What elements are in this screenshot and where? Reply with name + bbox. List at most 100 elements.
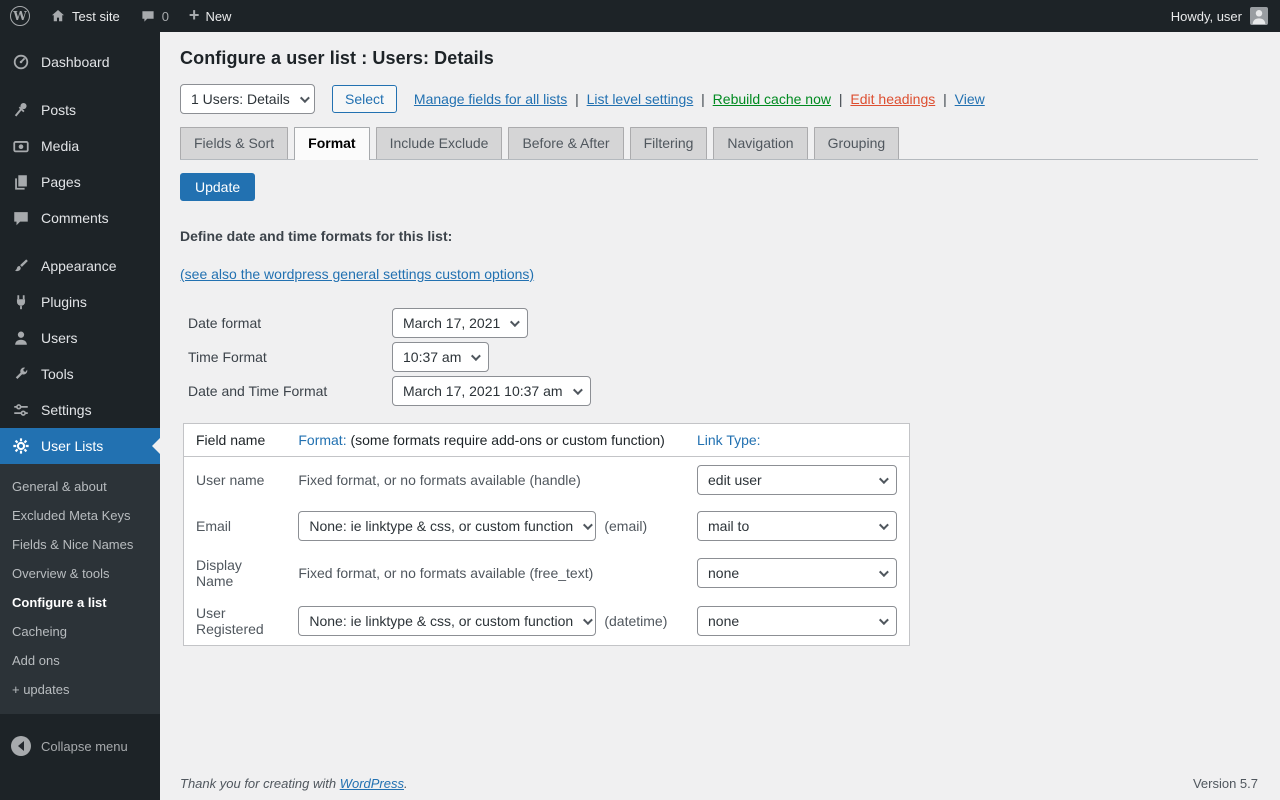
- field-name-cell: User name: [184, 457, 287, 504]
- table-row-user-registered: User Registered None: ie linktype & css,…: [184, 597, 910, 646]
- sidebar-item-settings[interactable]: Settings: [0, 392, 160, 428]
- tab-include-exclude[interactable]: Include Exclude: [376, 127, 503, 159]
- sidebar-item-pages[interactable]: Pages: [0, 164, 160, 200]
- sidebar-item-label: Tools: [41, 366, 74, 382]
- camera-icon: [11, 136, 31, 156]
- sidebar-item-user-lists[interactable]: User Lists: [0, 428, 160, 464]
- submenu-updates[interactable]: + updates: [0, 675, 160, 704]
- field-name-cell: Display Name: [184, 549, 287, 597]
- table-header-row: Field name Format: (some formats require…: [184, 424, 910, 457]
- avatar[interactable]: [1250, 7, 1268, 25]
- sidebar-item-users[interactable]: Users: [0, 320, 160, 356]
- chevron-down-icon: [879, 615, 889, 625]
- col-header-link-type: Link Type:: [685, 424, 910, 457]
- sidebar-item-label: User Lists: [41, 438, 103, 454]
- collapse-menu-label: Collapse menu: [41, 739, 128, 754]
- list-select[interactable]: 1 Users: Details: [180, 84, 315, 114]
- link-list-level-settings[interactable]: List level settings: [587, 91, 694, 107]
- collapse-arrow-icon: [11, 736, 31, 756]
- speech-bubble-icon: [11, 208, 31, 228]
- admin-comments-link[interactable]: 0: [130, 0, 179, 32]
- chevron-down-icon: [879, 474, 889, 484]
- howdy-link[interactable]: Howdy, user: [1171, 9, 1250, 24]
- tab-before-after[interactable]: Before & After: [508, 127, 623, 159]
- plug-icon: [11, 292, 31, 312]
- new-label: New: [205, 9, 231, 24]
- chevron-down-icon: [879, 520, 889, 530]
- link-type-header-link[interactable]: Link Type:: [697, 432, 761, 448]
- table-row-email: Email None: ie linktype & css, or custom…: [184, 503, 910, 549]
- format-header-link[interactable]: Format:: [298, 432, 346, 448]
- user-lists-submenu: General & about Excluded Meta Keys Field…: [0, 464, 160, 714]
- field-name-cell: User Registered: [184, 597, 287, 646]
- tab-fields-sort[interactable]: Fields & Sort: [180, 127, 288, 159]
- tab-filtering[interactable]: Filtering: [630, 127, 708, 159]
- date-format-select[interactable]: March 17, 2021: [392, 308, 528, 338]
- sidebar-item-dashboard[interactable]: Dashboard: [0, 44, 160, 80]
- link-rebuild-cache[interactable]: Rebuild cache now: [713, 91, 831, 107]
- sidebar-item-comments[interactable]: Comments: [0, 200, 160, 236]
- link-view[interactable]: View: [955, 91, 985, 107]
- submenu-overview-tools[interactable]: Overview & tools: [0, 559, 160, 588]
- field-name-cell: Email: [184, 503, 287, 549]
- email-link-type-select[interactable]: mail to: [697, 511, 897, 541]
- gear-icon: [11, 436, 31, 456]
- email-format-select[interactable]: None: ie linktype & css, or custom funct…: [298, 511, 596, 541]
- tab-navigation[interactable]: Navigation: [713, 127, 807, 159]
- wordpress-link[interactable]: WordPress: [340, 776, 404, 791]
- wrench-icon: [11, 364, 31, 384]
- wordpress-logo-button[interactable]: W: [0, 0, 40, 32]
- tab-grouping[interactable]: Grouping: [814, 127, 900, 159]
- sidebar-item-appearance[interactable]: Appearance: [0, 248, 160, 284]
- chevron-down-icon: [583, 615, 593, 625]
- link-manage-fields[interactable]: Manage fields for all lists: [414, 91, 567, 107]
- admin-footer: Thank you for creating with WordPress. V…: [180, 776, 1258, 791]
- quick-links: Manage fields for all lists | List level…: [414, 91, 985, 107]
- sidebar-item-posts[interactable]: Posts: [0, 92, 160, 128]
- chevron-down-icon: [879, 567, 889, 577]
- submenu-configure-a-list[interactable]: Configure a list: [0, 588, 160, 617]
- user-registered-link-type-select[interactable]: none: [697, 606, 897, 636]
- col-header-field-name: Field name: [184, 424, 287, 457]
- wordpress-icon: W: [10, 6, 30, 26]
- submenu-add-ons[interactable]: Add ons: [0, 646, 160, 675]
- sidebar-item-label: Pages: [41, 174, 81, 190]
- comment-bubble-icon: [140, 8, 156, 24]
- submenu-excluded-meta-keys[interactable]: Excluded Meta Keys: [0, 501, 160, 530]
- link-edit-headings[interactable]: Edit headings: [850, 91, 935, 107]
- general-settings-link[interactable]: (see also the wordpress general settings…: [180, 266, 534, 282]
- date-and-time-format-label: Date and Time Format: [188, 383, 392, 399]
- update-button[interactable]: Update: [180, 173, 255, 201]
- tab-format[interactable]: Format: [294, 127, 369, 160]
- formats-heading: Define date and time formats for this li…: [180, 228, 1258, 244]
- format-cell: Fixed format, or no formats available (h…: [286, 457, 685, 504]
- main-content: Configure a user list : Users: Details 1…: [160, 32, 1280, 800]
- submenu-fields-nice-names[interactable]: Fields & Nice Names: [0, 530, 160, 559]
- select-button[interactable]: Select: [332, 85, 397, 113]
- sidebar-item-label: Dashboard: [41, 54, 110, 70]
- new-content-link[interactable]: + New: [179, 0, 242, 32]
- format-cell: None: ie linktype & css, or custom funct…: [286, 503, 685, 549]
- user-registered-format-select[interactable]: None: ie linktype & css, or custom funct…: [298, 606, 596, 636]
- dashboard-icon: [11, 52, 31, 72]
- sidebar-item-media[interactable]: Media: [0, 128, 160, 164]
- sidebar-item-plugins[interactable]: Plugins: [0, 284, 160, 320]
- collapse-menu-button[interactable]: Collapse menu: [0, 726, 160, 766]
- sidebar-item-tools[interactable]: Tools: [0, 356, 160, 392]
- display-name-link-type-select[interactable]: none: [697, 558, 897, 588]
- person-icon: [1250, 7, 1268, 25]
- submenu-general-about[interactable]: General & about: [0, 472, 160, 501]
- user-name-link-type-select[interactable]: edit user: [697, 465, 897, 495]
- site-name-link[interactable]: Test site: [40, 0, 130, 32]
- format-cell: None: ie linktype & css, or custom funct…: [286, 597, 685, 646]
- sidebar-item-label: Users: [41, 330, 78, 346]
- user-icon: [11, 328, 31, 348]
- chevron-down-icon: [573, 385, 583, 395]
- list-select-value: 1 Users: Details: [191, 91, 290, 107]
- time-format-select[interactable]: 10:37 am: [392, 342, 489, 372]
- submenu-cacheing[interactable]: Cacheing: [0, 617, 160, 646]
- sidebar-item-label: Comments: [41, 210, 109, 226]
- date-and-time-format-select[interactable]: March 17, 2021 10:37 am: [392, 376, 591, 406]
- sidebar-item-label: Plugins: [41, 294, 87, 310]
- chevron-down-icon: [471, 351, 481, 361]
